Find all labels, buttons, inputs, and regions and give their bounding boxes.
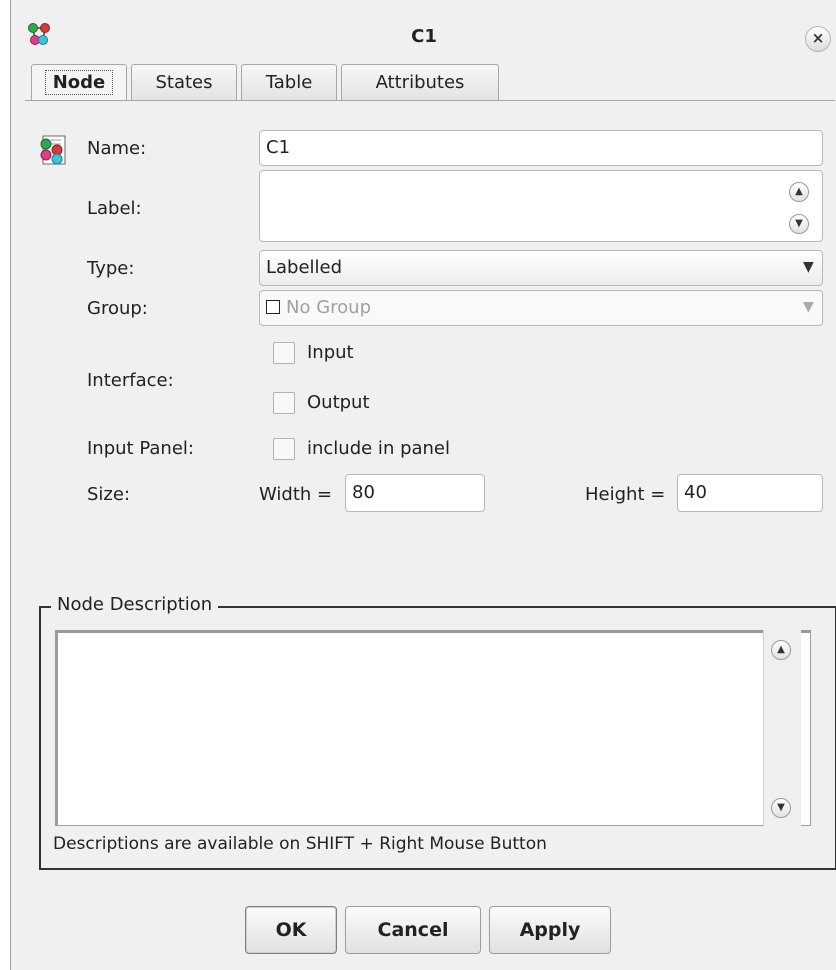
include-in-panel-checkbox[interactable]: [273, 438, 295, 460]
window-title: C1: [411, 26, 437, 47]
tab-states-label: States: [155, 72, 213, 93]
node-properties-dialog: C1 × Node States Table Attributes Name: …: [10, 0, 836, 970]
label-field[interactable]: [259, 170, 823, 242]
tab-table-label: Table: [265, 72, 313, 93]
height-input[interactable]: 40: [677, 474, 823, 512]
ok-button[interactable]: OK: [245, 906, 337, 954]
size-label: Size:: [87, 484, 131, 505]
type-label: Type:: [87, 258, 135, 279]
name-label: Name:: [87, 138, 147, 159]
apply-button[interactable]: Apply: [489, 906, 611, 954]
interface-label: Interface:: [87, 370, 174, 391]
close-button[interactable]: ×: [805, 26, 831, 52]
label-scroll-down-icon[interactable]: ▼: [789, 214, 809, 234]
node-description-textarea[interactable]: [55, 630, 811, 826]
node-description-legend: Node Description: [51, 594, 219, 615]
cancel-button[interactable]: Cancel: [345, 906, 481, 954]
name-field[interactable]: C1: [259, 130, 823, 166]
close-icon: ×: [811, 29, 825, 47]
name-value: C1: [266, 137, 291, 158]
output-checkbox[interactable]: [273, 392, 295, 414]
description-scroll-up-icon[interactable]: ▲: [771, 640, 791, 660]
height-value: 40: [684, 482, 707, 503]
group-value: No Group: [286, 297, 371, 318]
node-properties-icon: [40, 135, 66, 165]
label-label: Label:: [87, 198, 142, 219]
group-chevron-down-icon[interactable]: ▼: [803, 299, 814, 315]
group-label: Group:: [87, 298, 148, 319]
tab-attributes[interactable]: Attributes: [341, 64, 499, 100]
type-value: Labelled: [266, 257, 343, 278]
output-checkbox-label: Output: [307, 392, 370, 413]
type-chevron-down-icon[interactable]: ▼: [803, 259, 814, 275]
tab-table[interactable]: Table: [241, 64, 337, 100]
description-hint: Descriptions are available on SHIFT + Ri…: [53, 834, 547, 854]
tab-states[interactable]: States: [131, 64, 237, 100]
type-select[interactable]: Labelled: [259, 250, 823, 286]
label-scroll-up-icon[interactable]: ▲: [789, 182, 809, 202]
include-in-panel-label: include in panel: [307, 438, 451, 459]
title-bar: C1 ×: [11, 0, 836, 64]
tab-node[interactable]: Node: [31, 64, 127, 100]
description-scroll-down-icon[interactable]: ▼: [771, 798, 791, 818]
input-panel-label: Input Panel:: [87, 438, 194, 459]
width-value: 80: [352, 482, 375, 503]
width-label: Width =: [259, 484, 333, 505]
height-label: Height =: [585, 484, 666, 505]
tab-node-label: Node: [44, 70, 114, 95]
group-select[interactable]: No Group: [259, 290, 823, 326]
tab-divider: [25, 100, 835, 101]
group-color-swatch: [266, 300, 280, 314]
input-checkbox[interactable]: [273, 342, 295, 364]
width-input[interactable]: 80: [345, 474, 485, 512]
tab-attributes-label: Attributes: [375, 72, 465, 93]
input-checkbox-label: Input: [307, 342, 354, 363]
